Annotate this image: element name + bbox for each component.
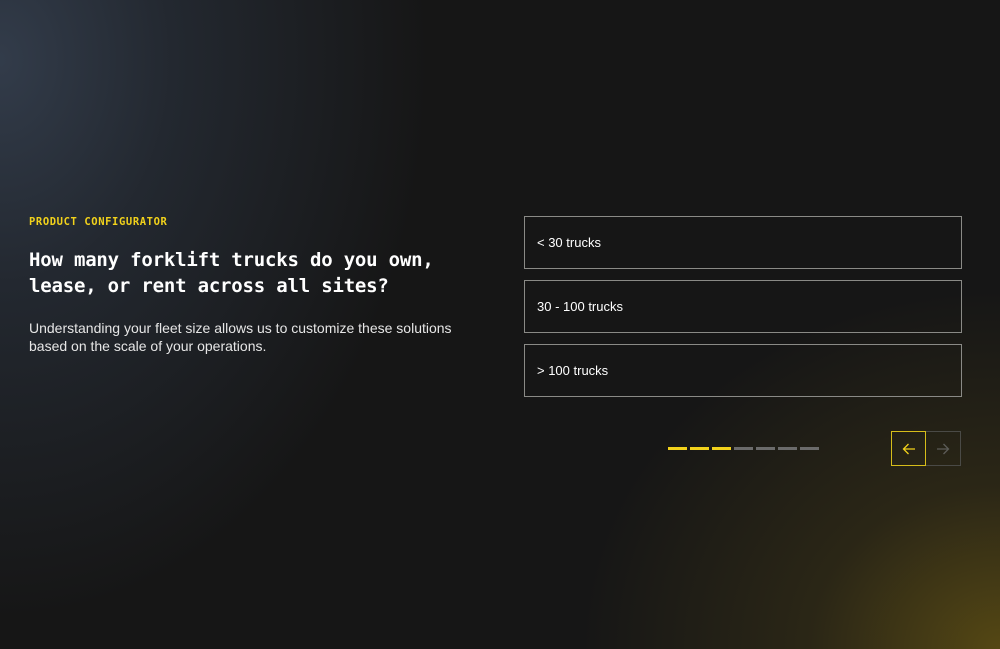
progress-segment-pending [734, 447, 753, 450]
previous-step-button[interactable] [891, 431, 926, 466]
step-navigation [891, 431, 961, 466]
option-label: < 30 trucks [537, 235, 601, 250]
progress-segment-complete [668, 447, 687, 450]
question-heading: How many forklift trucks do you own, lea… [29, 249, 434, 297]
configurator-intro: PRODUCT CONFIGURATOR How many forklift t… [29, 214, 479, 355]
next-step-button[interactable] [926, 431, 961, 466]
question-description: Understanding your fleet size allows us … [29, 320, 452, 354]
option-more-than-100[interactable]: > 100 trucks [524, 344, 962, 397]
arrow-left-icon [902, 443, 915, 454]
progress-segment-pending [756, 447, 775, 450]
option-30-to-100[interactable]: 30 - 100 trucks [524, 280, 962, 333]
progress-segment-complete [690, 447, 709, 450]
option-label: 30 - 100 trucks [537, 299, 623, 314]
progress-segment-complete [712, 447, 731, 450]
progress-segment-pending [778, 447, 797, 450]
step-progress-indicator [668, 447, 819, 450]
answer-options: < 30 trucks 30 - 100 trucks > 100 trucks [524, 216, 962, 408]
progress-segment-pending [800, 447, 819, 450]
option-less-than-30[interactable]: < 30 trucks [524, 216, 962, 269]
arrow-right-icon [937, 443, 950, 454]
option-label: > 100 trucks [537, 363, 609, 378]
section-eyebrow: PRODUCT CONFIGURATOR [29, 216, 168, 228]
